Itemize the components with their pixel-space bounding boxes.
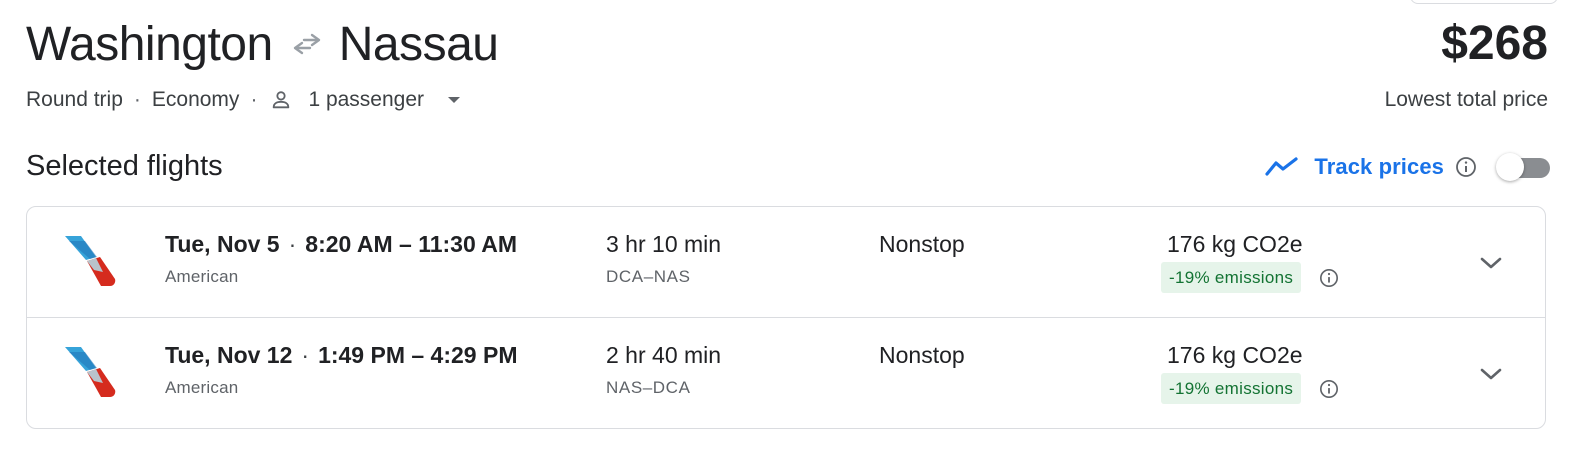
passenger-count[interactable]: 1 passenger	[308, 88, 424, 112]
american-airlines-logo-icon	[63, 344, 119, 400]
track-prices-toggle[interactable]	[1496, 153, 1550, 181]
flight-stops: Nonstop	[879, 342, 965, 368]
origin-city: Washington	[26, 17, 273, 71]
trip-type[interactable]: Round trip	[26, 88, 123, 112]
info-icon[interactable]	[1318, 378, 1340, 400]
person-icon	[268, 87, 294, 113]
flight-airports: NAS–DCA	[606, 378, 691, 397]
separator-dot: ·	[288, 231, 297, 257]
separator-dot: ·	[133, 88, 141, 111]
chevron-down-icon[interactable]	[1473, 245, 1509, 281]
flight-stops: Nonstop	[879, 231, 965, 257]
flight-time-range: 1:49 PM – 4:29 PM	[318, 342, 518, 368]
chevron-down-icon[interactable]	[1473, 356, 1509, 392]
info-icon[interactable]	[1454, 155, 1478, 179]
route-title: Washington Nassau	[26, 14, 499, 74]
flight-times: Tue, Nov 12 · 1:49 PM – 4:29 PM	[165, 340, 517, 370]
flight-time-range: 8:20 AM – 11:30 AM	[305, 231, 518, 257]
swap-arrows-icon	[291, 28, 323, 60]
destination-city: Nassau	[338, 17, 499, 71]
flight-airports: DCA–NAS	[606, 267, 691, 286]
separator-dot: ·	[250, 88, 258, 111]
separator-dot: ·	[301, 342, 310, 368]
emissions-badge: -19% emissions	[1161, 262, 1302, 293]
flight-row-outbound[interactable]: Tue, Nov 5 · 8:20 AM – 11:30 AM American 3…	[27, 207, 1545, 318]
airline-name: American	[165, 267, 239, 286]
flight-duration: 2 hr 40 min	[606, 342, 722, 368]
caret-down-icon[interactable]	[442, 88, 466, 112]
track-prices: Track prices	[1264, 150, 1550, 184]
info-icon[interactable]	[1318, 267, 1340, 289]
section-title: Selected flights	[26, 150, 223, 182]
total-price: $268	[1441, 17, 1548, 70]
american-airlines-logo-icon	[63, 233, 119, 289]
flight-times: Tue, Nov 5 · 8:20 AM – 11:30 AM	[165, 229, 517, 259]
flight-date: Tue, Nov 5	[165, 231, 280, 257]
selected-flights-list: Tue, Nov 5 · 8:20 AM – 11:30 AM American 3…	[26, 206, 1546, 429]
flight-emissions: 176 kg CO2e	[1167, 231, 1303, 257]
flight-duration: 3 hr 10 min	[606, 231, 722, 257]
cabin-class[interactable]: Economy	[152, 88, 240, 112]
flight-date: Tue, Nov 12	[165, 342, 293, 368]
top-tab-edge	[1410, 0, 1558, 4]
emissions-badge: -19% emissions	[1161, 373, 1302, 404]
flight-row-return[interactable]: Tue, Nov 12 · 1:49 PM – 4:29 PM American 2…	[27, 318, 1545, 428]
flight-emissions: 176 kg CO2e	[1167, 342, 1303, 368]
airline-name: American	[165, 378, 239, 397]
toggle-knob	[1496, 153, 1524, 181]
price-label: Lowest total price	[1384, 88, 1548, 111]
track-prices-label[interactable]: Track prices	[1314, 154, 1444, 180]
trip-options: Round trip · Economy · 1 passenger	[26, 86, 466, 114]
trending-icon[interactable]	[1264, 153, 1300, 181]
